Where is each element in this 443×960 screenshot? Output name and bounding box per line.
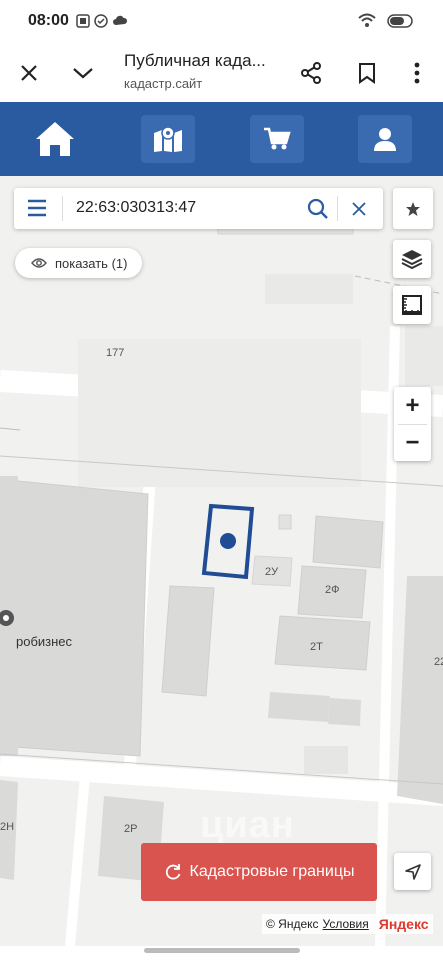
browser-toolbar: Публичная када... кадастр.сайт [0, 44, 443, 102]
home-icon [36, 122, 74, 156]
page-url: кадастр.сайт [124, 76, 203, 91]
locate-button[interactable] [394, 853, 431, 890]
search-box: 22:63:030313:47 [14, 188, 383, 229]
status-right-icons [357, 13, 415, 34]
map-label-2t: 2Т [310, 641, 323, 653]
menu-icon[interactable] [26, 198, 50, 218]
ruler-icon [402, 295, 422, 315]
ruler-button[interactable] [393, 286, 431, 324]
zoom-controls: + − [394, 387, 431, 461]
share-icon[interactable] [296, 58, 326, 88]
star-icon [406, 201, 420, 216]
map-label-2n: 2Н [0, 821, 15, 833]
copyright-text: © Яндекс [266, 917, 319, 931]
search-divider-2 [337, 196, 338, 221]
home-indicator[interactable] [144, 948, 300, 953]
bookmark-icon[interactable] [352, 58, 382, 88]
zoom-out-button[interactable]: − [394, 424, 431, 461]
top-navigation [0, 102, 443, 176]
show-results-label: показать (1) [55, 255, 128, 271]
screenshot-icon [76, 14, 90, 28]
map-label-2r: 2Р [124, 823, 138, 835]
nav-cart-button[interactable] [250, 115, 304, 163]
status-time: 08:00 [28, 12, 69, 29]
search-input[interactable]: 22:63:030313:47 [76, 199, 196, 217]
user-icon [374, 128, 396, 151]
map-label-177: 177 [106, 347, 125, 359]
clear-icon[interactable] [347, 197, 371, 221]
map-label-2u: 2У [265, 566, 279, 578]
status-bar: 08:00 [0, 0, 443, 44]
layers-button[interactable] [393, 240, 431, 278]
favorites-button[interactable] [393, 188, 433, 229]
close-icon[interactable] [14, 58, 44, 88]
battery-icon [387, 13, 415, 34]
nav-map-button[interactable] [141, 115, 195, 163]
page-title: Публичная када... [124, 51, 266, 70]
search-icon[interactable] [306, 197, 330, 221]
zoom-in-button[interactable]: + [394, 387, 431, 424]
cadastral-boundaries-button[interactable]: Кадастровые границы [141, 843, 377, 901]
more-vert-icon[interactable] [402, 58, 432, 88]
wifi-icon [357, 13, 377, 34]
map-poi-label[interactable]: робизнес [16, 634, 72, 649]
nav-user-button[interactable] [358, 115, 412, 163]
cart-icon [264, 127, 291, 150]
layers-icon [401, 250, 423, 270]
locate-icon [404, 863, 421, 880]
status-notification-icons [76, 14, 128, 28]
map-canvas[interactable]: 177 2У 2Ф 2Т 2Р 2Н 22 робизнес циан ID 3… [0, 176, 443, 946]
check-circle-icon [94, 14, 108, 28]
search-divider [62, 196, 63, 221]
chevron-down-icon[interactable] [68, 58, 98, 88]
watermark: циан [200, 804, 295, 846]
map-copyright: © Яндекс Условия Яндекс [262, 914, 433, 934]
show-results-button[interactable]: показать (1) [15, 248, 142, 278]
terms-link[interactable]: Условия [323, 917, 369, 931]
yandex-logo[interactable]: Яндекс [379, 916, 429, 932]
eye-icon [31, 258, 47, 268]
refresh-icon [165, 864, 180, 880]
map-pin-icon [154, 126, 182, 152]
map-label-2f: 2Ф [325, 584, 340, 596]
cadastral-boundaries-label: Кадастровые границы [189, 863, 355, 880]
nav-home-button[interactable] [28, 115, 82, 163]
cloud-icon [112, 14, 128, 28]
map-label-22: 22 [434, 656, 443, 668]
